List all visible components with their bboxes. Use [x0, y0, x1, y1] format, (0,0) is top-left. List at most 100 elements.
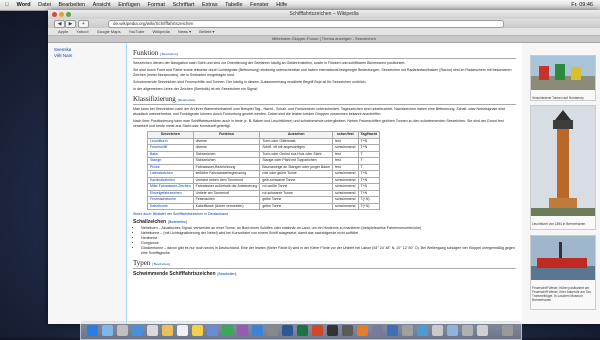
facetime-icon[interactable] [222, 325, 233, 336]
thumbnail-lightship[interactable]: Feuerschiff Weser, früher positioniert a… [530, 235, 596, 310]
mail-icon[interactable] [147, 325, 158, 336]
table-header[interactable]: Tag/Nacht [357, 131, 381, 139]
application-icon[interactable] [387, 325, 398, 336]
edit-link[interactable]: [Bearbeiten] [218, 272, 237, 276]
notes-icon[interactable] [192, 325, 203, 336]
list-item: Glockentonne – davon gibt es nur noch se… [141, 246, 516, 256]
thumbnail-buoys[interactable]: Verschiedene Tonnen auf Norderney [530, 55, 596, 101]
menu-item-format[interactable]: Format [144, 0, 167, 10]
dock [80, 321, 522, 340]
table-row: Mitte-Fahrwasser-Zeichen Fahrwasser außer… [147, 183, 381, 191]
application-icon[interactable] [432, 325, 443, 336]
see-also-link[interactable]: Siehe auch: Bildtafel der Schifffahrtsze… [133, 212, 228, 216]
menu-item-view[interactable]: Ansicht [90, 0, 114, 10]
documents-icon[interactable] [477, 325, 488, 336]
section-heading-schallzeichen: Schallzeichen [Bearbeiten] [133, 219, 187, 225]
finder-icon[interactable] [87, 325, 98, 336]
browser-window: Schifffahrtszeichen – Wikipedia ◀ ▶ + de… [48, 10, 600, 324]
window-title: Schifffahrtszeichen – Wikipedia [289, 11, 359, 17]
edit-link[interactable]: [Bearbeiten] [160, 52, 178, 56]
edit-link[interactable]: [Bearbeiten] [152, 262, 170, 266]
schallzeichen-list: Nebelhorn – Akustisches Signal, verwende… [141, 226, 516, 256]
downloads-icon[interactable] [462, 325, 473, 336]
table-cell: schwimmend [332, 170, 359, 178]
menu-item-table[interactable]: Tabelle [222, 0, 245, 10]
thumbnail-lighthouse[interactable]: Leuchtturm von 1894 in Bremerhaven [530, 105, 596, 230]
lighthouse-image [531, 106, 595, 216]
table-cell: Kabelflusse (Anker vermeiden) [192, 202, 261, 210]
word-icon[interactable] [282, 325, 293, 336]
table-cell[interactable]: Kabeltonne [147, 202, 194, 210]
menu-item-window[interactable]: Fenster [247, 0, 272, 10]
table-row: Kabeltonne Kabelflusse (Anker vermeiden) g… [147, 202, 381, 210]
contacts-icon[interactable] [162, 325, 173, 336]
application-icon[interactable] [417, 325, 428, 336]
table-cell: T(+N) [357, 202, 381, 210]
table-body: Leuchtturm diverse Turm oder Gittermast fes… [147, 137, 381, 210]
tab-forum[interactable]: Mittelmeer-Skipper-Forum | Thema anzeige… [272, 36, 376, 41]
table-cell[interactable]: Mitte-Fahrwasser-Zeichen [147, 183, 194, 191]
application-icon[interactable] [357, 325, 368, 336]
menubar-clock[interactable]: Fr. 09:46 [568, 0, 596, 10]
table-cell: schwimmend [332, 196, 359, 204]
excel-icon[interactable] [297, 325, 308, 336]
edit-link[interactable]: [Bearbeiten] [168, 220, 187, 224]
launchpad-icon[interactable] [117, 325, 128, 336]
trash-icon[interactable] [502, 325, 513, 336]
minimize-window-icon[interactable] [59, 12, 64, 17]
forward-icon[interactable]: ▶ [65, 20, 76, 28]
bookmark-popular[interactable]: Beliebt ▾ [199, 29, 214, 34]
system-preferences-icon[interactable] [267, 325, 278, 336]
apple-menu-icon[interactable]:  [0, 0, 12, 10]
bookmark-apple[interactable]: Apple [58, 29, 68, 34]
section-heading-funktion: Funktion [Bearbeiten] [133, 49, 516, 59]
bookmark-yahoo[interactable]: Yahoo! [76, 29, 88, 34]
photos-icon[interactable] [207, 325, 218, 336]
paragraph: Man kann bei Seezeichen nach der Art ihr… [133, 107, 505, 116]
sidebar-item-vietnam[interactable]: Việt Nam [54, 53, 126, 58]
menu-item-file[interactable]: Datei [35, 0, 54, 10]
calendar-icon[interactable] [177, 325, 188, 336]
menu-item-insert[interactable]: Einfügen [115, 0, 143, 10]
zoom-window-icon[interactable] [66, 12, 71, 17]
back-icon[interactable]: ◀ [54, 20, 65, 28]
menu-item-tools[interactable]: Extras [199, 0, 221, 10]
share-icon[interactable]: + [78, 20, 89, 28]
application-icon[interactable] [402, 325, 413, 336]
table-cell: schwimmend [332, 189, 359, 197]
close-window-icon[interactable] [52, 12, 57, 17]
menu-item-edit[interactable]: Bearbeiten [56, 0, 89, 10]
table-cell: schwimmend [332, 144, 359, 152]
bookmark-news[interactable]: News ▾ [178, 29, 191, 34]
table-cell: gelbe Tonne [259, 202, 334, 210]
page-area: Svenska Việt Nam Funktion [Bearbeiten] Se… [48, 43, 600, 324]
table-cell: Fahrwasser außerhalb der Ansteuerung [192, 183, 261, 191]
terminal-icon[interactable] [327, 325, 338, 336]
section-heading-schwimmende: Schwimmende Schifffahrtszeichen [Bearbeit… [133, 271, 237, 277]
menu-item-app[interactable]: Word [14, 0, 34, 10]
sidebar-item-svenska[interactable]: Svenska [54, 47, 126, 52]
app-store-icon[interactable] [252, 325, 263, 336]
safari-icon[interactable] [132, 325, 143, 336]
application-icon[interactable] [342, 325, 353, 336]
buoys-image [531, 56, 595, 90]
application-icon[interactable] [372, 325, 383, 336]
edit-link[interactable]: [Bearbeiten] [178, 98, 196, 102]
menu-item-font[interactable]: Schriftart [169, 0, 197, 10]
powerpoint-icon[interactable] [312, 325, 323, 336]
bookmark-google-maps[interactable]: Google Maps [97, 29, 121, 34]
lightship-image [531, 236, 595, 280]
bookmark-youtube[interactable]: YouTube [129, 29, 145, 34]
application-icon[interactable] [447, 325, 458, 336]
address-bar[interactable]: de.wikipedia.org/wiki/Schifffahrtszeiche… [108, 20, 504, 28]
paragraph: Seezeichen dienen der Navigation nach Si… [133, 61, 406, 65]
menu-item-help[interactable]: Hilfe [273, 0, 290, 10]
bookmark-wikipedia[interactable]: Wikipedia [152, 29, 169, 34]
dashboard-icon[interactable] [102, 325, 113, 336]
browser-toolbar: ◀ ▶ + de.wikipedia.org/wiki/Schifffahrts… [48, 19, 600, 28]
itunes-icon[interactable] [237, 325, 248, 336]
seezeichen-table: Seezeichen Funktion Aussehen schw./fest … [147, 131, 381, 210]
image-column: Verschiedene Tonnen auf Norderney Leucht… [526, 43, 600, 324]
sidebar: Svenska Việt Nam [48, 43, 126, 324]
tab-bar[interactable]: Mittelmeer-Skipper-Forum | Thema anzeige… [48, 36, 600, 43]
